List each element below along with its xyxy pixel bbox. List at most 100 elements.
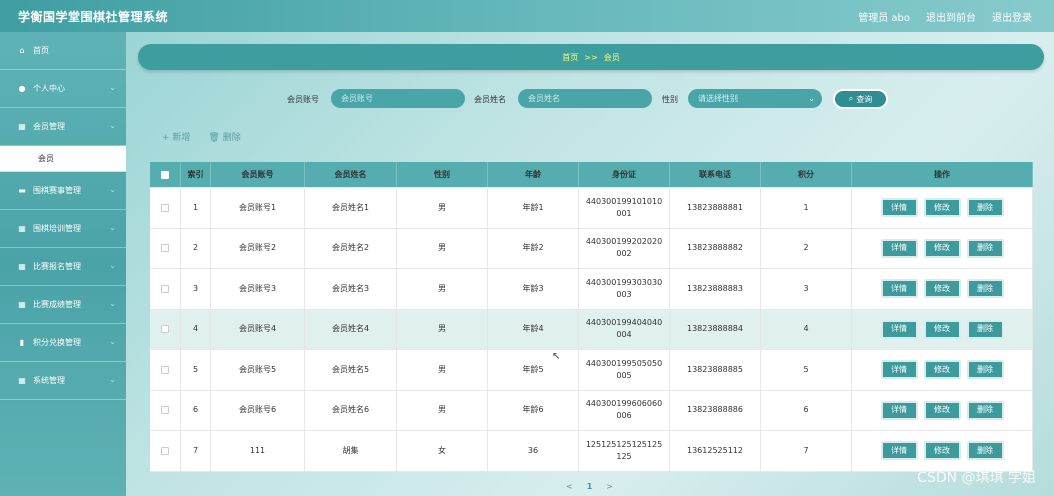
detail-button[interactable]: 详情: [880, 238, 918, 258]
cell-points: 4: [761, 309, 852, 349]
sidebar-item-label: 系统管理: [33, 376, 65, 385]
sidebar-item[interactable]: ⌂ 首页: [0, 32, 126, 70]
sidebar-item[interactable]: ▦ 系统管理 ⌄: [0, 362, 126, 400]
grid-icon: ▦: [18, 122, 26, 131]
sidebar-item-label: 积分兑换管理: [33, 338, 81, 347]
cell-idx: 7: [181, 431, 211, 471]
select-all-checkbox[interactable]: [161, 170, 169, 179]
detail-button[interactable]: 详情: [880, 441, 918, 461]
cell-id_card: 440300199202020002: [579, 228, 670, 268]
delete-button[interactable]: 删除: [966, 400, 1004, 420]
sidebar-item[interactable]: ▦ 比赛报名管理 ⌄: [0, 248, 126, 286]
row-checkbox[interactable]: [161, 284, 169, 293]
row-checkbox[interactable]: [161, 325, 169, 334]
cell-points: 1: [761, 188, 852, 228]
edit-button[interactable]: 修改: [923, 319, 961, 339]
row-select[interactable]: [150, 309, 181, 349]
row-checkbox[interactable]: [161, 203, 169, 212]
column-header: 身份证: [579, 162, 670, 187]
row-actions: 详情 修改 删除: [852, 431, 1033, 471]
cell-name: 会员姓名5: [305, 350, 397, 390]
delete-button[interactable]: 删除: [966, 441, 1004, 461]
next-page-button[interactable]: >: [606, 482, 613, 491]
cell-id_card: 125125125125125125: [579, 431, 670, 471]
edit-button[interactable]: 修改: [923, 441, 961, 461]
sidebar-item[interactable]: ▬ 围棋赛事管理 ⌄: [0, 172, 126, 210]
bar-chart-icon: ▮: [19, 338, 25, 347]
prev-page-button[interactable]: <: [566, 482, 573, 491]
delete-button[interactable]: 删除: [966, 238, 1004, 258]
watermark: CSDN @琪琪 学姐: [917, 470, 1036, 486]
cell-name: 胡集: [305, 431, 397, 471]
cell-account: 会员账号2: [211, 228, 305, 268]
grid-icon: ▦: [18, 300, 26, 309]
delete-selected-button[interactable]: 🗑 删除: [208, 130, 240, 143]
cell-phone: 13612525112: [670, 431, 761, 471]
name-label: 会员姓名: [474, 95, 506, 104]
table-row: 5 会员账号5 会员姓名5 男年龄5 440300199505050005 1382388…: [150, 350, 1033, 391]
delete-button[interactable]: 删除: [966, 360, 1004, 380]
row-select[interactable]: [150, 228, 181, 268]
cell-idx: 2: [181, 228, 211, 268]
column-header: 联系电话: [670, 162, 761, 187]
table-header-row: 索引 会员账号 会员姓名 性别 年龄 身份证 联系电话 积分 操作: [150, 162, 1033, 188]
edit-button[interactable]: 修改: [923, 360, 961, 380]
header-select-all[interactable]: [150, 162, 181, 187]
cell-account: 会员账号4: [211, 309, 305, 349]
sidebar-item[interactable]: ▦ 会员管理 ⌄: [0, 108, 126, 146]
detail-button[interactable]: 详情: [880, 319, 918, 339]
cell-gender: 女: [397, 431, 488, 471]
row-select[interactable]: [150, 431, 181, 471]
sidebar-item[interactable]: ▦ 比赛成绩管理 ⌄: [0, 286, 126, 324]
row-select[interactable]: [150, 269, 181, 309]
edit-button[interactable]: 修改: [923, 400, 961, 420]
sidebar-item-label: 比赛成绩管理: [33, 300, 81, 309]
row-checkbox[interactable]: [161, 365, 169, 374]
row-checkbox[interactable]: [161, 406, 169, 415]
submenu-item-member[interactable]: 会员: [0, 146, 126, 172]
row-checkbox[interactable]: [161, 244, 169, 253]
delete-button[interactable]: 删除: [966, 198, 1004, 218]
detail-button[interactable]: 详情: [880, 400, 918, 420]
breadcrumb-home[interactable]: 首页: [562, 52, 578, 63]
query-button[interactable]: ⌕ 查询: [833, 89, 888, 109]
row-actions: 详情 修改 删除: [852, 309, 1033, 349]
search-icon: ⌕: [848, 94, 854, 103]
sidebar-item-label: 围棋培训管理: [33, 224, 81, 233]
sidebar-item[interactable]: ▦ 围棋培训管理 ⌄: [0, 210, 126, 248]
name-search-input[interactable]: [518, 89, 652, 108]
app-title: 学衡国学堂围棋社管理系统: [18, 9, 169, 24]
account-search-input[interactable]: [331, 89, 465, 108]
add-button[interactable]: + 新增: [162, 130, 190, 143]
delete-button[interactable]: 删除: [966, 279, 1004, 299]
cell-id_card: 440300199303030003: [579, 269, 670, 309]
page-number[interactable]: 1: [587, 482, 593, 491]
exit-to-front-link[interactable]: 退出到前台: [926, 9, 976, 24]
detail-button[interactable]: 详情: [880, 198, 918, 218]
delete-button[interactable]: 删除: [966, 319, 1004, 339]
account-label: 会员账号: [287, 95, 319, 104]
gender-select[interactable]: 请选择性别 ⌄: [688, 89, 822, 108]
cell-age: 年龄3: [488, 269, 579, 309]
column-header: 操作: [852, 162, 1033, 187]
cell-points: 5: [761, 350, 852, 390]
edit-button[interactable]: 修改: [923, 238, 961, 258]
column-header: 年龄: [488, 162, 579, 187]
admin-user-label[interactable]: 管理员 abo: [858, 9, 910, 24]
row-checkbox[interactable]: [161, 446, 169, 455]
row-select[interactable]: [150, 188, 181, 228]
cell-account: 111: [211, 431, 305, 471]
chevron-down-icon: ⌄: [109, 375, 116, 384]
row-actions: 详情 修改 删除: [852, 188, 1033, 228]
detail-button[interactable]: 详情: [880, 279, 918, 299]
row-select[interactable]: [150, 350, 181, 390]
grid-icon: ▦: [18, 262, 26, 271]
table-row: 3 会员账号3 会员姓名3 男年龄3 440300199303030003 1382388…: [150, 269, 1033, 310]
edit-button[interactable]: 修改: [923, 279, 961, 299]
detail-button[interactable]: 详情: [880, 360, 918, 380]
logout-link[interactable]: 退出登录: [992, 9, 1032, 24]
sidebar-item[interactable]: ▮ 积分兑换管理 ⌄: [0, 324, 126, 362]
row-select[interactable]: [150, 390, 181, 430]
edit-button[interactable]: 修改: [923, 198, 961, 218]
cell-points: 6: [761, 390, 852, 430]
